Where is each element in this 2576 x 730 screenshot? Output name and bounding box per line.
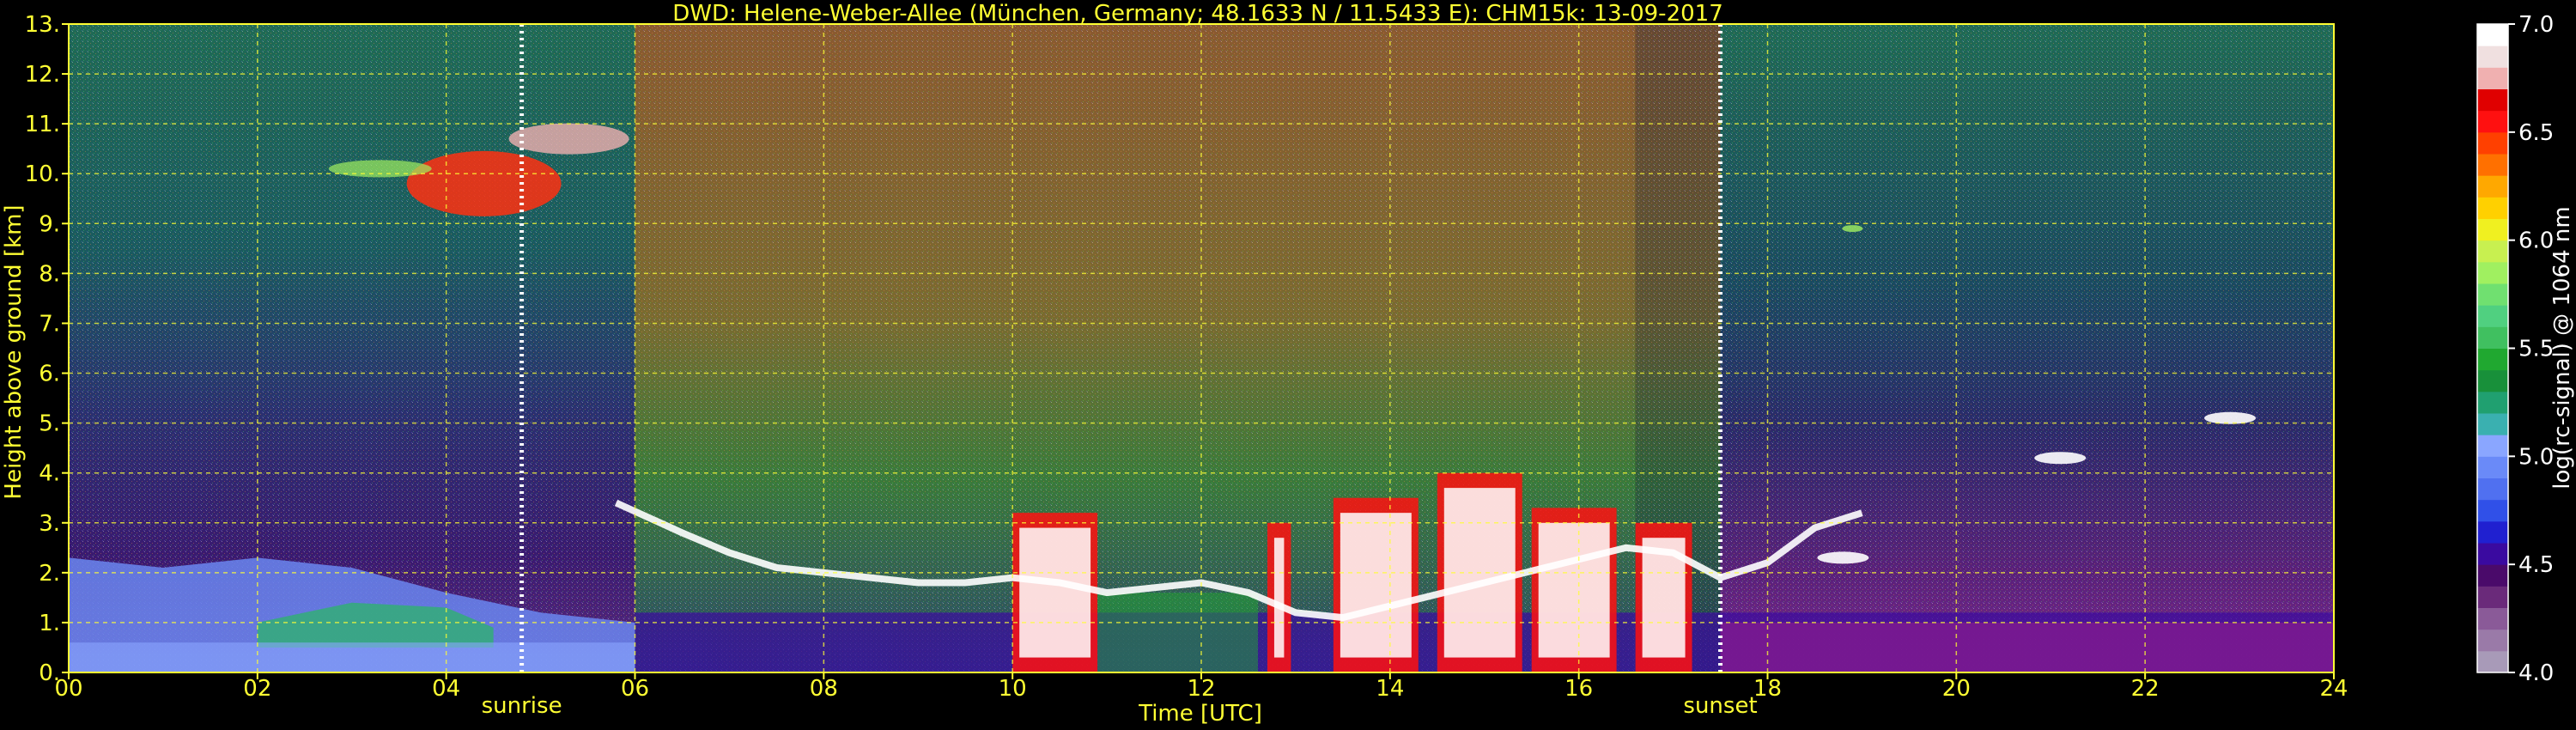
- colorbar-swatch: [2477, 650, 2508, 673]
- small-cloud: [1817, 551, 1869, 564]
- nocturnal-layer: [1720, 622, 2334, 672]
- y-tick-label: 9.: [39, 211, 60, 237]
- x-tick-label: 04: [432, 676, 460, 702]
- colorbar-swatch: [2477, 413, 2508, 435]
- colorbar-swatch: [2477, 520, 2508, 544]
- small-cloud: [2034, 452, 2087, 465]
- colorbar-swatch: [2477, 456, 2508, 478]
- y-tick-label: 7.: [39, 311, 60, 337]
- colorbar-swatch: [2477, 197, 2508, 219]
- colorbar-swatch: [2477, 154, 2508, 176]
- y-tick-label: 12.: [25, 62, 60, 88]
- x-tick-label: 20: [1942, 676, 1971, 702]
- y-tick-label: 5.: [39, 411, 60, 437]
- x-tick-label: 12: [1187, 676, 1215, 702]
- y-tick-label: 2.: [39, 561, 60, 587]
- cirrus-cloud-edge: [328, 160, 432, 178]
- x-tick-label: 10: [999, 676, 1027, 702]
- colorbar-tick-label: 4.5: [2518, 552, 2554, 578]
- colorbar-swatch: [2477, 564, 2508, 587]
- precipitation-streaks: [1097, 593, 1258, 672]
- colorbar-tick-label: 4.0: [2518, 660, 2554, 686]
- colorbar: 4.04.55.05.56.06.57.0: [2476, 12, 2554, 686]
- x-tick-label: 14: [1376, 676, 1404, 702]
- event-label-sunset: sunset: [1683, 693, 1757, 719]
- convective-cloud-core: [1538, 522, 1610, 658]
- small-cloud: [1842, 225, 1863, 233]
- colorbar-tick-label: 6.5: [2518, 120, 2554, 146]
- colorbar-swatch: [2477, 499, 2508, 522]
- x-tick-label: 02: [243, 676, 271, 702]
- colorbar-swatch: [2477, 305, 2508, 327]
- convective-cloud-core: [1340, 513, 1412, 658]
- colorbar-swatch: [2477, 478, 2508, 501]
- x-tick-label: 18: [1753, 676, 1782, 702]
- y-tick-label: 0.: [39, 660, 60, 686]
- small-cloud: [2204, 411, 2257, 424]
- event-label-sunrise: sunrise: [482, 693, 562, 719]
- colorbar-swatch: [2477, 283, 2508, 306]
- colorbar-swatch: [2477, 369, 2508, 392]
- colorbar-swatch: [2477, 67, 2508, 89]
- colorbar-swatch: [2477, 629, 2508, 652]
- colorbar-swatch: [2477, 240, 2508, 263]
- x-tick-label: 22: [2131, 676, 2160, 702]
- colorbar-swatch: [2477, 175, 2508, 198]
- colorbar-swatch: [2477, 218, 2508, 241]
- chart-title: DWD: Helene-Weber-Allee (München, German…: [672, 1, 1723, 27]
- colorbar-swatch: [2477, 586, 2508, 608]
- x-tick-label: 08: [810, 676, 838, 702]
- ceilometer-chart: sunrise sunset 00 02 04 06 08 10 12 14 16 18 20 22 24…: [1, 1, 2575, 727]
- colorbar-swatch: [2477, 24, 2508, 46]
- colorbar-swatch: [2477, 435, 2508, 457]
- x-axis-label: Time [UTC]: [1138, 701, 1262, 727]
- colorbar-label: log(rc-signal) @ 1064 nm: [2549, 206, 2575, 489]
- x-tick-label: 16: [1564, 676, 1593, 702]
- y-tick-label: 11.: [25, 112, 60, 137]
- convective-cloud-core: [1019, 527, 1091, 658]
- y-tick-label: 4.: [39, 461, 60, 487]
- y-tick-label: 1.: [39, 611, 60, 636]
- y-tick-label: 10.: [25, 161, 60, 187]
- convective-cloud-core: [1273, 538, 1285, 658]
- colorbar-swatch: [2477, 391, 2508, 414]
- colorbar-swatch: [2477, 46, 2508, 68]
- y-tick-label: 13.: [25, 12, 60, 38]
- colorbar-swatch: [2477, 131, 2508, 155]
- cirrus-cloud: [406, 150, 562, 216]
- y-axis-label: Height above ground [km]: [1, 204, 27, 499]
- colorbar-swatch: [2477, 261, 2508, 284]
- colorbar-tick-label: 7.0: [2518, 12, 2554, 38]
- colorbar-swatch: [2477, 326, 2508, 349]
- x-tick-label: 24: [2319, 676, 2348, 702]
- colorbar-swatch: [2477, 88, 2508, 112]
- x-tick-label: 06: [621, 676, 649, 702]
- y-tick-label: 8.: [39, 261, 60, 287]
- colorbar-swatch: [2477, 110, 2508, 133]
- colorbar-swatch: [2477, 348, 2508, 371]
- cirrus-cloud-upper: [508, 123, 629, 155]
- y-tick-label: 6.: [39, 362, 60, 387]
- colorbar-swatch: [2477, 607, 2508, 630]
- colorbar-swatch: [2477, 543, 2508, 565]
- y-tick-label: 3.: [39, 511, 60, 537]
- surface-layer-morning: [69, 642, 635, 672]
